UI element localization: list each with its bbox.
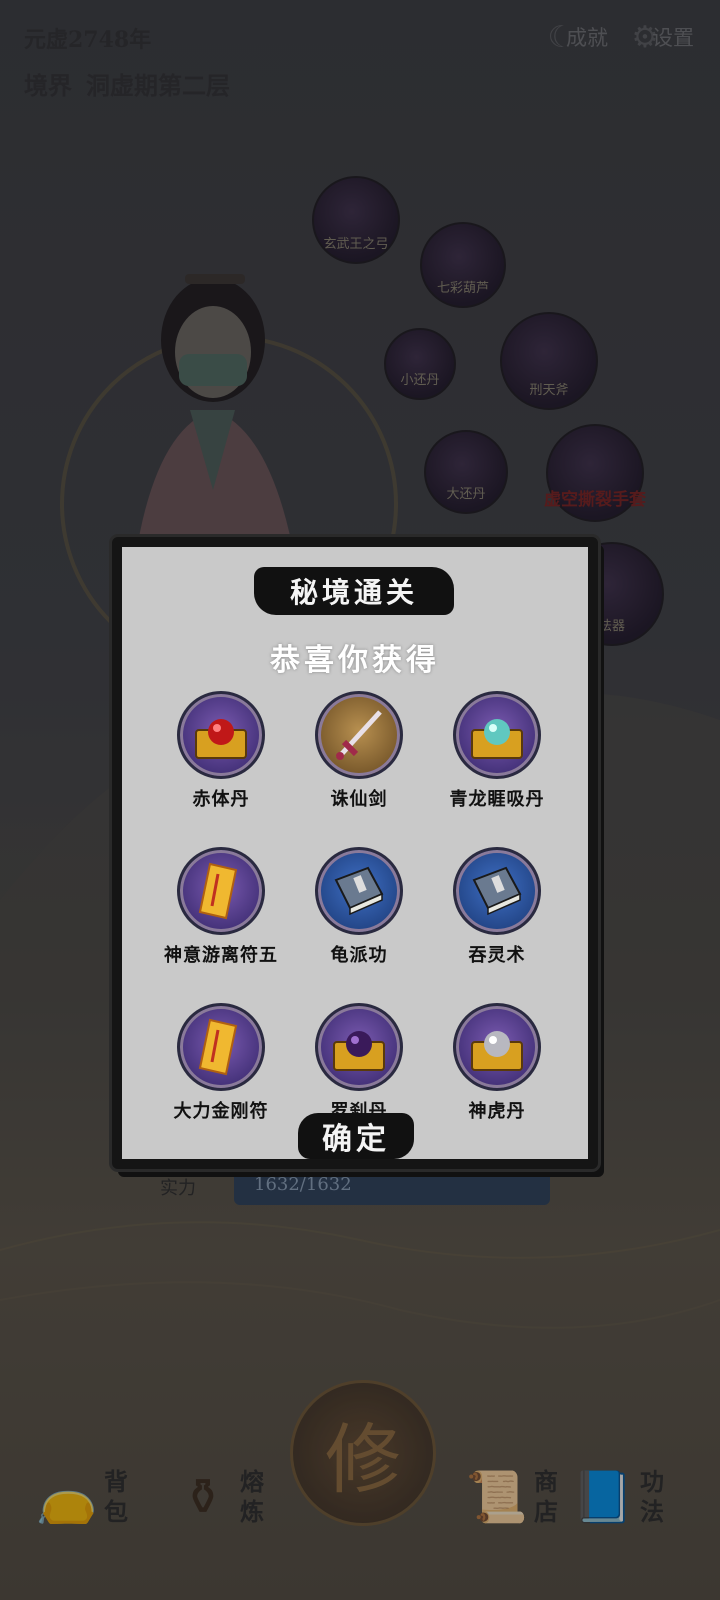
reward-grid: 赤体丹 诛仙剑 青龙睚吸丹 神意游离符五 龟派功 吞灵术 大力金刚符 罗刹丹 神… <box>152 691 566 1123</box>
reward-item[interactable]: 赤体丹 <box>152 691 290 811</box>
confirm-button[interactable]: 确定 <box>298 1113 414 1159</box>
reward-item[interactable]: 龟派功 <box>290 847 428 967</box>
sword-icon <box>315 691 403 779</box>
reward-item[interactable]: 神意游离符五 <box>152 847 290 967</box>
reward-item[interactable]: 青龙睚吸丹 <box>428 691 566 811</box>
reward-item[interactable]: 诛仙剑 <box>290 691 428 811</box>
silver-pill-chest-icon <box>453 1003 541 1091</box>
reward-item[interactable]: 罗刹丹 <box>290 1003 428 1123</box>
purple-pill-chest-icon <box>315 1003 403 1091</box>
reward-item[interactable]: 吞灵术 <box>428 847 566 967</box>
dialog-subtitle: 恭喜你获得 <box>270 643 440 678</box>
dialog-title: 秘境通关 <box>254 567 454 615</box>
book-icon <box>315 847 403 935</box>
reward-item[interactable]: 大力金刚符 <box>152 1003 290 1123</box>
book-icon <box>453 847 541 935</box>
talisman-icon <box>177 847 265 935</box>
reward-dialog: 秘境通关 恭喜你获得 赤体丹 诛仙剑 青龙睚吸丹 神意游离符五 龟派功 吞灵术 … <box>112 537 598 1169</box>
reward-item[interactable]: 神虎丹 <box>428 1003 566 1123</box>
cyan-pill-chest-icon <box>453 691 541 779</box>
talisman-icon <box>177 1003 265 1091</box>
red-pill-chest-icon <box>177 691 265 779</box>
